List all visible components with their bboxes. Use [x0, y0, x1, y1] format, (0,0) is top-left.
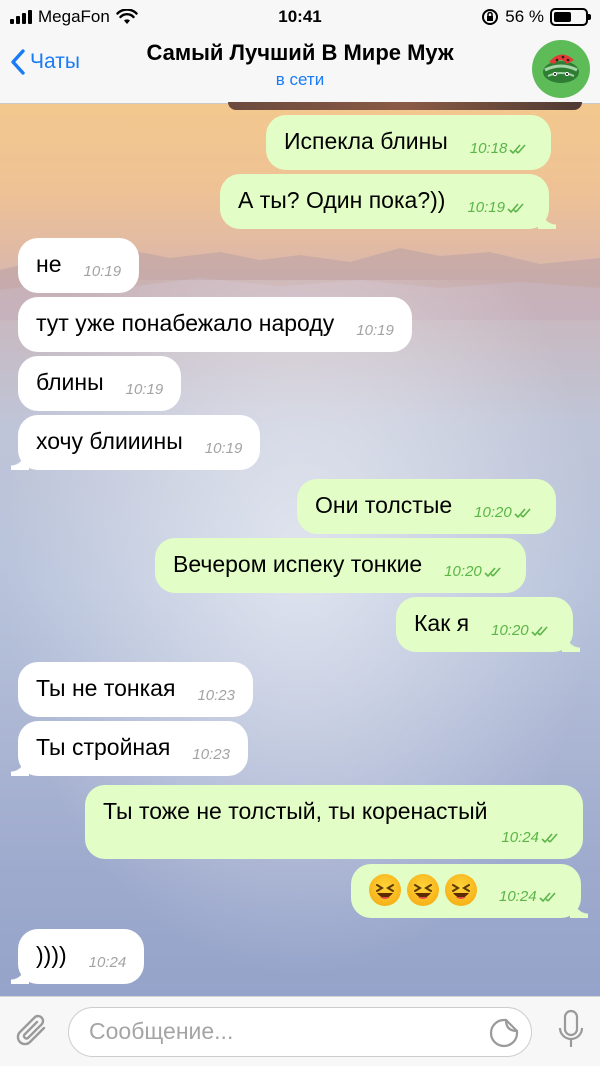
message-text: хочу блииины — [36, 428, 183, 454]
message-text: А ты? Один пока?)) — [238, 187, 446, 213]
chat-status: в сети — [275, 70, 325, 89]
message-bubble-out[interactable]: Ты тоже не толстый, ты коренастый 10:24 — [85, 785, 583, 859]
message-bubble-in[interactable]: не 10:19 — [18, 238, 140, 293]
message-time: 10:20 — [444, 563, 508, 580]
message-input-bar — [0, 996, 600, 1066]
message-text: Ты не тонкая — [36, 675, 176, 701]
laughing-face-icon — [369, 874, 401, 906]
message-bubble-in[interactable]: Ты стройная 10:23 — [11, 721, 248, 776]
sticker-button[interactable] — [489, 1018, 519, 1053]
message-bubble-out[interactable]: Как я 10:20 — [396, 597, 580, 652]
message-time: 10:24 — [499, 888, 563, 905]
message-time: 10:19 — [83, 263, 122, 280]
message-text: Ты тоже не толстый, ты коренастый — [103, 798, 488, 824]
back-label: Чаты — [30, 50, 80, 73]
message-time: 10:20 — [474, 504, 538, 521]
double-check-icon — [484, 566, 501, 577]
avatar[interactable] — [532, 40, 590, 98]
message-text: )))) — [36, 942, 67, 968]
emoji-group — [369, 874, 477, 906]
message-input-field[interactable] — [89, 1018, 469, 1045]
message-text: Как я — [414, 610, 470, 636]
message-text: Они толстые — [315, 492, 453, 518]
double-check-icon — [541, 832, 558, 843]
message-bubble-out[interactable]: А ты? Один пока?)) 10:19 — [220, 174, 556, 229]
chat-header: Чаты Самый Лучший В Мире Муж в сети — [0, 34, 600, 104]
message-bubble-in[interactable]: )))) 10:24 — [10, 929, 145, 984]
message-bubble-in[interactable]: хочу блииины 10:19 — [10, 415, 261, 470]
message-bubble-in[interactable]: Ты не тонкая 10:23 — [18, 662, 253, 717]
message-time: 10:19 — [356, 322, 394, 339]
previous-image-edge[interactable] — [228, 102, 582, 110]
laughing-face-icon — [407, 874, 439, 906]
microphone-icon — [558, 1009, 584, 1047]
double-check-icon — [538, 891, 556, 902]
message-time: 10:24 — [103, 829, 565, 846]
message-text: Ты стройная — [36, 734, 171, 760]
paperclip-icon — [16, 1014, 46, 1046]
message-time: 10:19 — [204, 440, 243, 457]
status-right: 56 % — [481, 7, 591, 27]
message-text: не — [36, 251, 62, 277]
battery-icon — [550, 8, 591, 26]
message-time: 10:24 — [88, 954, 127, 971]
message-text: тут уже понабежало народу — [36, 310, 335, 336]
message-text: Вечером испеку тонкие — [173, 551, 423, 577]
message-text: блины — [36, 369, 104, 395]
battery-percent: 56 % — [505, 7, 544, 26]
message-time: 10:19 — [467, 199, 531, 216]
message-time: 10:19 — [125, 381, 164, 398]
message-bubble-out[interactable]: Вечером испеку тонкие 10:20 — [155, 538, 526, 593]
rotation-lock-icon — [482, 9, 499, 25]
message-bubble-out[interactable]: Они толстые 10:20 — [297, 479, 556, 534]
laughing-face-icon — [445, 874, 477, 906]
chat-title-area[interactable]: Самый Лучший В Мире Муж в сети — [110, 40, 490, 90]
message-time: 10:23 — [192, 746, 230, 763]
chevron-left-icon — [11, 49, 25, 75]
back-button[interactable]: Чаты — [10, 48, 80, 76]
message-bubble-out[interactable]: 10:24 — [351, 864, 588, 918]
double-check-icon — [509, 143, 526, 154]
voice-message-button[interactable] — [558, 1009, 584, 1056]
message-input[interactable] — [68, 1007, 532, 1057]
double-check-icon — [514, 507, 531, 518]
double-check-icon — [507, 202, 524, 213]
sticker-icon — [489, 1018, 519, 1048]
message-time: 10:20 — [491, 622, 555, 639]
double-check-icon — [531, 625, 548, 636]
attach-button[interactable] — [14, 1011, 52, 1056]
message-text: Испекла блины — [284, 128, 448, 154]
message-bubble-in[interactable]: блины 10:19 — [18, 356, 182, 411]
message-bubble-in[interactable]: тут уже понабежало народу 10:19 — [18, 297, 412, 352]
status-bar: MegaFon 10:41 56 % — [0, 0, 600, 34]
watermelon-avatar-icon — [543, 54, 579, 83]
chat-title: Самый Лучший В Мире Муж — [146, 40, 454, 65]
message-bubble-out[interactable]: Испекла блины 10:18 — [266, 115, 552, 170]
message-time: 10:18 — [470, 140, 534, 157]
message-time: 10:23 — [197, 687, 235, 704]
